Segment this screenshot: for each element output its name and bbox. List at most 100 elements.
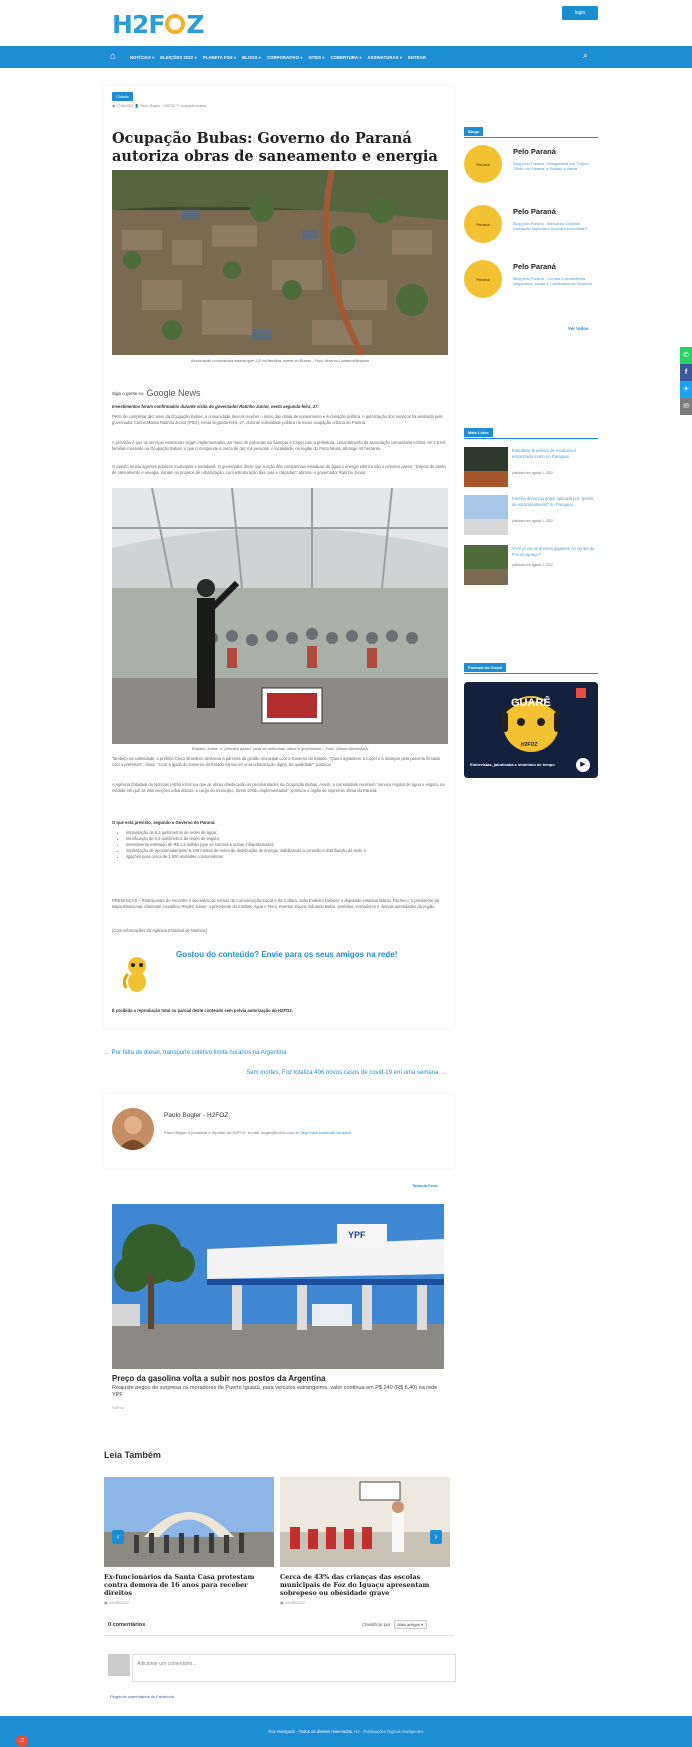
twitter-icon[interactable]: ✈ xyxy=(680,381,692,398)
play-icon[interactable]: ▶ xyxy=(576,758,590,772)
chevron-left-icon[interactable]: ‹ xyxy=(112,1530,124,1544)
article-paragraph: A Agência Estadual de Notícias (AEN) inf… xyxy=(112,782,445,793)
facebook-plugin-link[interactable]: Plugin de comentários do Facebook xyxy=(110,1694,174,1699)
avatar[interactable] xyxy=(112,1108,154,1150)
site-header: H2F Z login xyxy=(0,0,692,46)
gnews-brand: Google News xyxy=(146,388,201,398)
article: Cidade ▣ 27/06/2022 👤 Paulo Bogler – H2F… xyxy=(104,86,454,1028)
most-read-item[interactable]: Estudante brasileiro de medicina é encon… xyxy=(464,447,598,487)
sponsored-title[interactable]: Preço da gasolina volta a subir nos post… xyxy=(112,1374,326,1383)
blog-title[interactable]: Pelo Paraná xyxy=(513,207,556,216)
site-logo[interactable]: H2F Z xyxy=(112,10,205,39)
nav-item[interactable]: NOTÍCIAS ▾ xyxy=(130,55,154,60)
chevron-right-icon[interactable]: › xyxy=(430,1530,442,1544)
google-news-link[interactable]: Siga o gente no Google News xyxy=(112,388,201,398)
article-event-image xyxy=(112,488,448,744)
most-read-item[interactable]: Família denuncia golpe aplicado por "ges… xyxy=(464,495,598,535)
article-title: Ocupação Bubas: Governo do Paraná autori… xyxy=(112,130,438,165)
most-read-title[interactable]: Você já viu as árvores gigantes no centr… xyxy=(512,546,598,557)
comment-input[interactable]: Adicionar um comentário... xyxy=(132,1654,456,1682)
article-paragraph: Perto de completar dez anos da Ocupação … xyxy=(112,414,443,425)
related-card[interactable]: Cerca de 43% das crianças das escolas mu… xyxy=(280,1477,450,1605)
investment-list: implantação de 8,2 quilômetros de redes … xyxy=(120,830,448,860)
related-card-title[interactable]: Ex-funcionários da Santa Casa protestam … xyxy=(104,1573,274,1597)
gnews-prefix: Siga o gente no xyxy=(112,390,144,396)
nav-item[interactable]: BLOGS ▾ xyxy=(242,55,261,60)
sponsored-description: Reajuste pegou de surpresa os moradores … xyxy=(112,1385,438,1398)
podcast-brand: GUARÊ xyxy=(511,696,551,709)
mascot-icon xyxy=(122,957,146,992)
author-more-link[interactable]: Veja mais conteúdo do autor xyxy=(300,1130,351,1135)
author-bio-text: Paulo Bogler é jornalista e repórter do … xyxy=(164,1130,300,1135)
login-button[interactable]: login xyxy=(562,6,598,20)
social-share-bar: ✆ f ✈ ✉ xyxy=(680,347,692,415)
nav-item[interactable]: PLANETA FOZ ▾ xyxy=(203,55,236,60)
blog-title[interactable]: Pelo Paraná xyxy=(513,147,556,156)
avatar xyxy=(108,1654,130,1676)
comment-box: Adicionar um comentário... xyxy=(108,1654,456,1682)
most-read-thumb xyxy=(464,495,508,535)
blog-desc[interactable]: Blog pelo Paraná - Mangabeira em Tóquio;… xyxy=(513,161,597,171)
author-name[interactable]: Paulo Bogler - H2FOZ xyxy=(164,1112,228,1119)
facebook-icon[interactable]: f xyxy=(680,364,692,381)
share-cta[interactable]: Gostou do conteúdo? Envie para os seus a… xyxy=(176,950,397,959)
taboola-tag[interactable]: Taboola Feed xyxy=(412,1183,437,1188)
most-read-date: publicado em agosto 1, 2022 xyxy=(512,471,553,475)
blog-item[interactable]: Paraná Pelo Paraná Blog pelo Paraná - Corr… xyxy=(464,260,598,314)
podcast-card[interactable]: GUARÊ H2FOZ Entrevistas, jabuticaba e si… xyxy=(464,682,598,778)
nav-item[interactable]: ASSINATURAS ▾ xyxy=(367,55,402,60)
category-badge[interactable]: Cidade xyxy=(112,92,133,101)
article-meta: ▣ 27/06/2022 👤 Paulo Bogler – H2FOZ ✎ oc… xyxy=(112,104,207,108)
nav-item[interactable]: SITES ▾ xyxy=(308,55,324,60)
blog-item[interactable]: Paraná Pelo Paraná Blog pelo Paraná - Merc… xyxy=(464,205,598,259)
most-read-title[interactable]: Estudante brasileiro de medicina é encon… xyxy=(512,448,598,459)
whatsapp-icon[interactable]: ✆ xyxy=(680,347,692,364)
related-heading: Leia Também xyxy=(104,1450,161,1460)
sort-select[interactable]: Mais antigos ▾ xyxy=(393,1620,428,1629)
most-read-title[interactable]: Família denuncia golpe aplicado por "ges… xyxy=(512,496,598,507)
article-paragraph: A previsão é que os serviços essenciais … xyxy=(112,440,446,451)
sponsored-source: H2Foz xyxy=(112,1405,124,1410)
svg-text:YPF: YPF xyxy=(348,1230,366,1240)
next-post-link[interactable]: Sem mortes, Foz totaliza 406 novos casos… xyxy=(188,1070,446,1076)
google-news-logo: Google News xyxy=(147,388,201,398)
article-paragraph: PRESENÇAS – Participaram do encontro o s… xyxy=(112,898,440,909)
blog-desc[interactable]: Blog pelo Paraná - Corrida à presidência… xyxy=(513,276,597,286)
related-card-title[interactable]: Cerca de 43% das crianças das escolas mu… xyxy=(280,1573,450,1597)
sort-label: Classificar por xyxy=(362,1622,391,1627)
blog-logo-icon: Paraná xyxy=(464,260,502,298)
blog-logo-icon: Paraná xyxy=(464,145,502,183)
podcast-title: Entrevistas, jabuticaba e sinônimo de te… xyxy=(470,762,555,767)
footer-link[interactable]: H2 - Publicações Digitais Inteligentes xyxy=(354,1729,423,1734)
sponsored-image[interactable]: YPF xyxy=(112,1204,444,1369)
article-lead: Investimentos foram confirmados durante … xyxy=(112,404,319,409)
most-read-item[interactable]: Você já viu as árvores gigantes no centr… xyxy=(464,545,598,585)
nav-item[interactable]: CORPORATIVO ▾ xyxy=(267,55,302,60)
nav-item[interactable]: ENTRAR xyxy=(408,55,426,60)
article-paragraph: O evento reuniu agentes públicos municip… xyxy=(112,464,446,475)
email-icon[interactable]: ✉ xyxy=(680,398,692,415)
blog-logo-icon: Paraná xyxy=(464,205,502,243)
divider xyxy=(464,137,598,138)
see-all-link[interactable]: Ver todos xyxy=(568,326,589,331)
divider xyxy=(104,1635,454,1636)
related-card[interactable]: Ex-funcionários da Santa Casa protestam … xyxy=(104,1477,274,1605)
sidebar-blogs-heading: Blogs xyxy=(464,127,484,136)
image-caption: Ratinho Junior: o "primeiro passo" para … xyxy=(191,746,369,751)
related-card-date: ▣ 02/08/2022 xyxy=(280,1600,305,1605)
nav-item[interactable]: ELEIÇÕES 2022 ▾ xyxy=(160,55,196,60)
home-icon[interactable]: ⌂ xyxy=(110,51,122,63)
blog-desc[interactable]: Blog pelo Paraná - Mercados Globais: Com… xyxy=(513,221,597,231)
blog-title[interactable]: Pelo Paraná xyxy=(513,262,556,271)
list-heading: O que está previsto, segundo o Governo d… xyxy=(112,820,216,825)
footer-text: Foz Avançado - Todos os direitos reserva… xyxy=(268,1729,354,1734)
most-read-date: publicado em agosto 1, 2022 xyxy=(512,519,553,523)
most-read-date: publicado em agosto 1, 2022 xyxy=(512,563,553,567)
article-main-image xyxy=(112,170,448,355)
notification-bell-icon[interactable]: ♫ xyxy=(16,1735,28,1747)
nav-item[interactable]: COBERTURA ▾ xyxy=(331,55,362,60)
search-icon[interactable]: ⌕ xyxy=(583,50,588,61)
blog-item[interactable]: Paraná Pelo Paraná Blog pelo Paraná - Mang… xyxy=(464,145,598,199)
related-card-image xyxy=(104,1477,274,1567)
prev-post-link[interactable]: ← Por falta de diesel, transporte coleti… xyxy=(104,1050,286,1056)
